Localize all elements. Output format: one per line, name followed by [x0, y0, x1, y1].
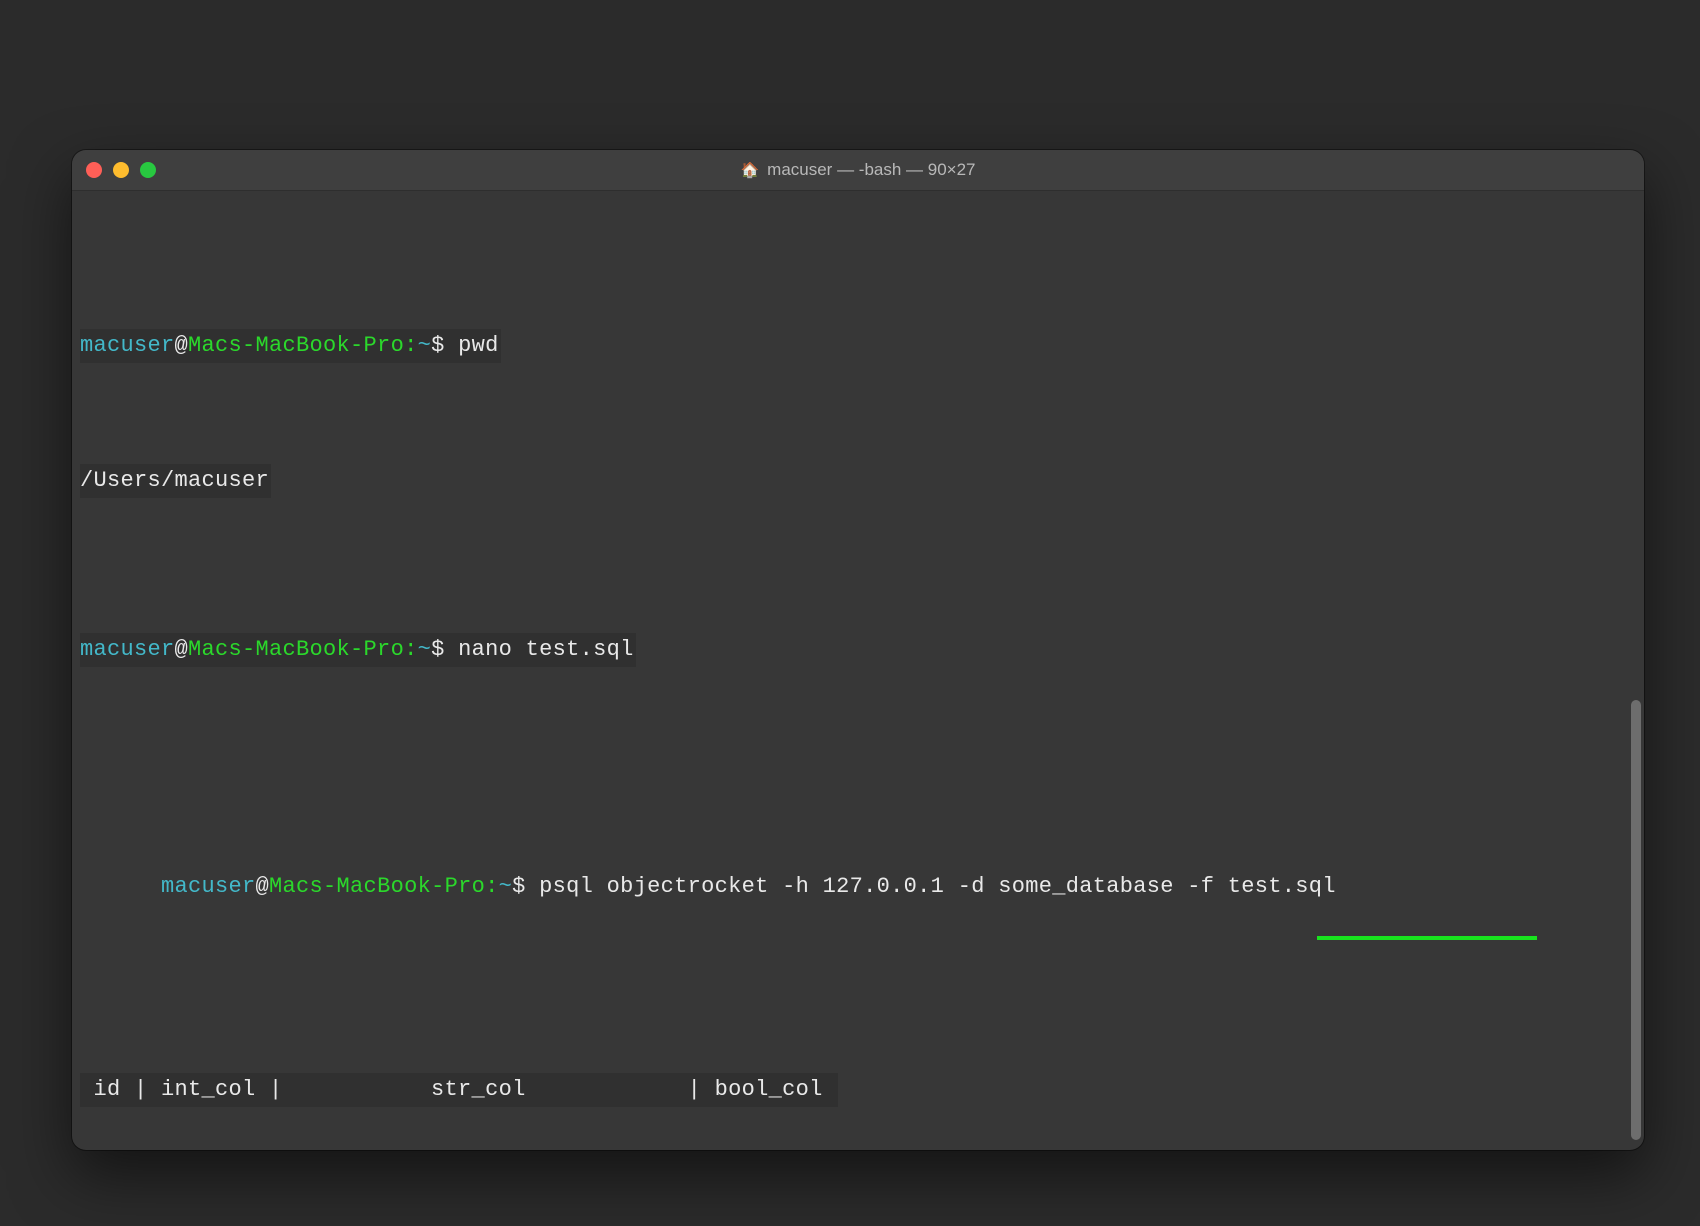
prompt-line: macuser@Macs-MacBook-Pro:~$ nano test.sq… — [80, 633, 1636, 667]
underline-green — [1317, 936, 1537, 940]
table-header: id | int_col | str_col | bool_col — [80, 1073, 1636, 1107]
window-title: 🏠 macuser — -bash — 90×27 — [72, 160, 1644, 180]
prompt-user: macuser — [80, 333, 175, 358]
window-titlebar: 🏠 macuser — -bash — 90×27 — [72, 150, 1644, 191]
prompt-line: macuser@Macs-MacBook-Pro:~$ pwd — [80, 329, 1636, 363]
minimize-icon[interactable] — [113, 162, 129, 178]
command-text: pwd — [458, 333, 499, 358]
scrollbar-thumb[interactable] — [1631, 700, 1641, 1140]
home-icon: 🏠 — [740, 161, 759, 179]
scrollbar-track[interactable] — [1631, 200, 1641, 1144]
prompt-line: macuser@Macs-MacBook-Pro:~$ psql objectr… — [80, 802, 1636, 937]
command-text: nano test.sql — [458, 637, 634, 662]
terminal-window: 🏠 macuser — -bash — 90×27 macuser@Macs-M… — [72, 150, 1644, 1150]
prompt-path: ~ — [418, 333, 432, 358]
output-line: /Users/macuser — [80, 464, 1636, 498]
traffic-lights — [86, 162, 156, 178]
window-title-text: macuser — -bash — 90×27 — [767, 160, 975, 180]
close-icon[interactable] — [86, 162, 102, 178]
zoom-icon[interactable] — [140, 162, 156, 178]
command-text: psql objectrocket -h 127.0.0.1 -d some_d… — [539, 874, 1336, 899]
prompt-host: Macs-MacBook-Pro: — [188, 333, 418, 358]
terminal-output[interactable]: macuser@Macs-MacBook-Pro:~$ pwd /Users/m… — [72, 190, 1644, 1150]
